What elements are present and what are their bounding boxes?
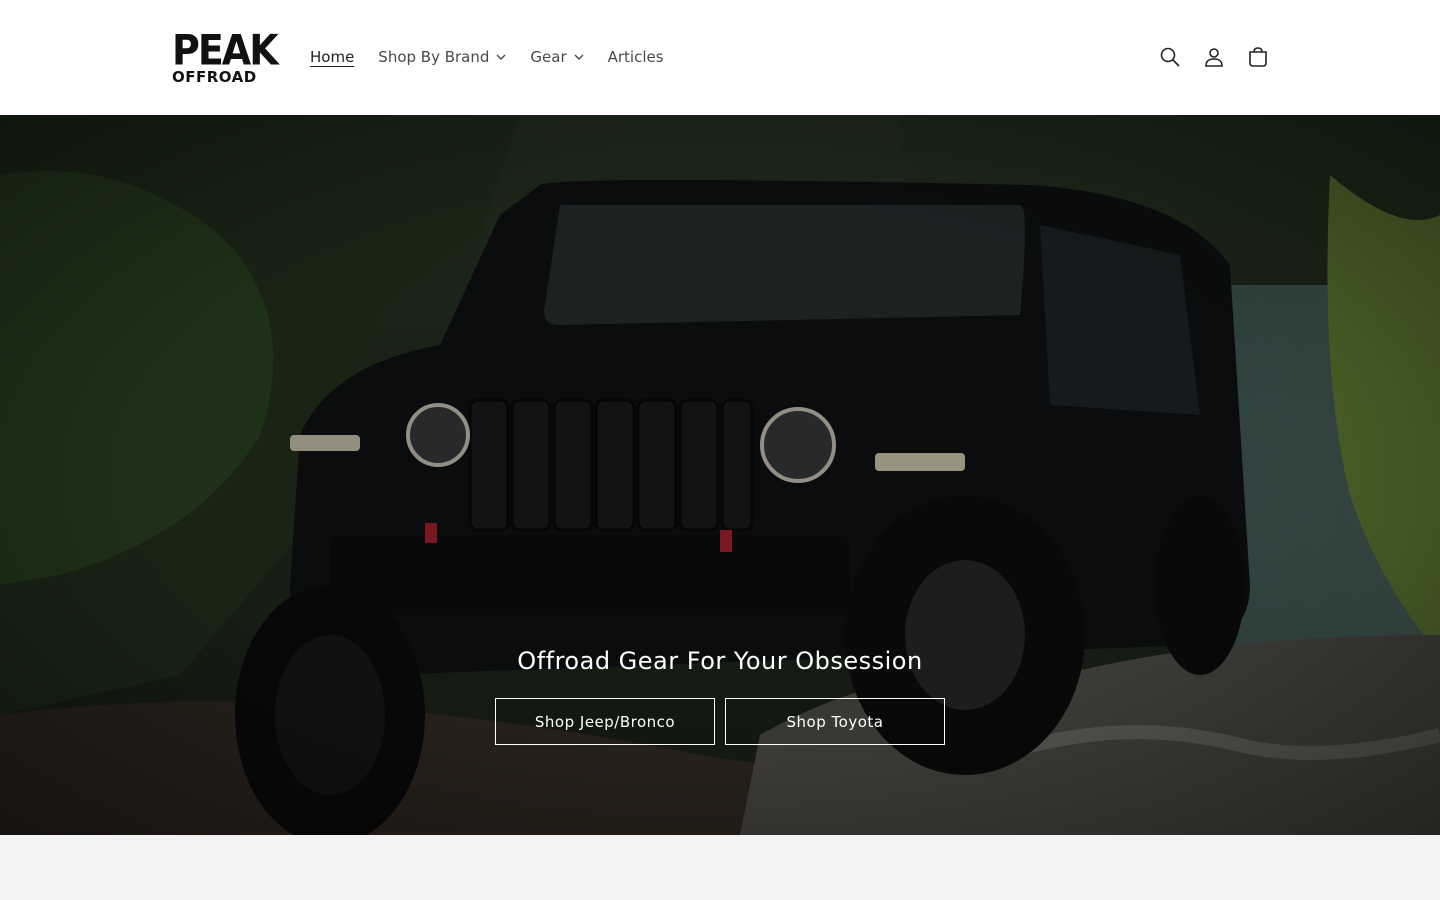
shop-toyota-button[interactable]: Shop Toyota: [725, 698, 945, 745]
logo-text-offroad: OFFROAD: [172, 68, 257, 86]
nav-shop-by-brand[interactable]: Shop By Brand: [378, 48, 506, 66]
next-section: [0, 835, 1440, 900]
nav-gear-label: Gear: [530, 48, 567, 66]
peak-offroad-logo[interactable]: PEAK OFFROAD: [170, 26, 279, 88]
header-icons: [1140, 43, 1272, 71]
main-nav: Home Shop By Brand Gear Articles: [310, 46, 688, 68]
search-icon: [1160, 47, 1180, 67]
cart-icon: [1249, 47, 1267, 67]
shop-jeep-bronco-button[interactable]: Shop Jeep/Bronco: [495, 698, 715, 745]
account-icon: [1205, 48, 1223, 67]
nav-articles-link[interactable]: Articles: [608, 48, 664, 66]
cart-button[interactable]: [1244, 43, 1272, 71]
nav-shop-by-brand-label: Shop By Brand: [378, 48, 490, 66]
account-button[interactable]: [1200, 43, 1228, 71]
search-button[interactable]: [1156, 43, 1184, 71]
nav-gear[interactable]: Gear: [530, 48, 584, 66]
hero-content: Offroad Gear For Your Obsession: [0, 647, 1440, 675]
hero-title: Offroad Gear For Your Obsession: [517, 647, 923, 675]
nav-home-link[interactable]: Home: [310, 48, 354, 66]
chevron-down-icon: [574, 54, 584, 60]
chevron-down-icon: [496, 54, 506, 60]
hero-buttons: Shop Jeep/Bronco Shop Toyota: [495, 698, 955, 745]
hero-banner: Offroad Gear For Your Obsession Shop Jee…: [0, 115, 1440, 835]
site-header: PEAK OFFROAD Home Shop By Brand Gear Art…: [0, 0, 1440, 115]
